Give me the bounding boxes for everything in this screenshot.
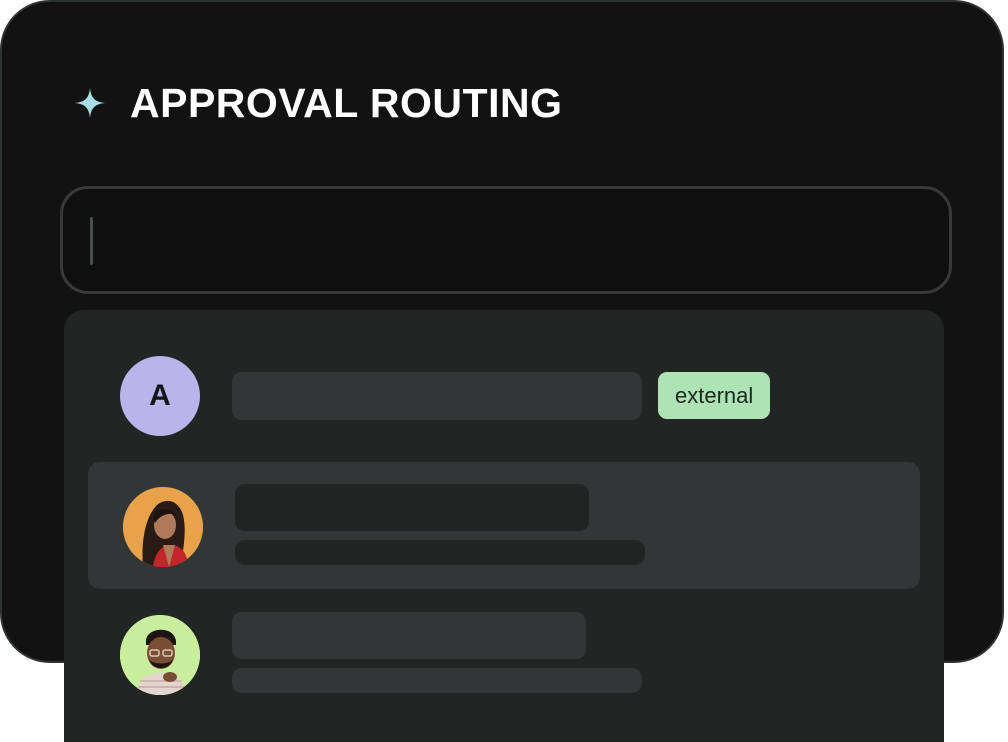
results-dropdown: A external <box>64 310 944 742</box>
detail-placeholder <box>235 540 645 565</box>
avatar: A <box>120 356 200 436</box>
avatar <box>123 487 203 567</box>
avatar-initial: A <box>149 379 171 412</box>
name-placeholder <box>235 484 589 531</box>
name-placeholder <box>232 372 642 420</box>
page-title: APPROVAL ROUTING <box>130 79 563 126</box>
person-photo-woman-icon <box>123 487 203 567</box>
detail-placeholder <box>232 668 642 693</box>
sparkle-icon <box>75 88 105 118</box>
search-input[interactable] <box>60 186 952 294</box>
avatar <box>120 615 200 695</box>
name-placeholder <box>232 612 586 659</box>
status-badge: external <box>658 372 771 419</box>
person-photo-man-icon <box>120 615 200 695</box>
title-row: APPROVAL ROUTING <box>74 78 562 128</box>
text-cursor <box>90 217 93 265</box>
